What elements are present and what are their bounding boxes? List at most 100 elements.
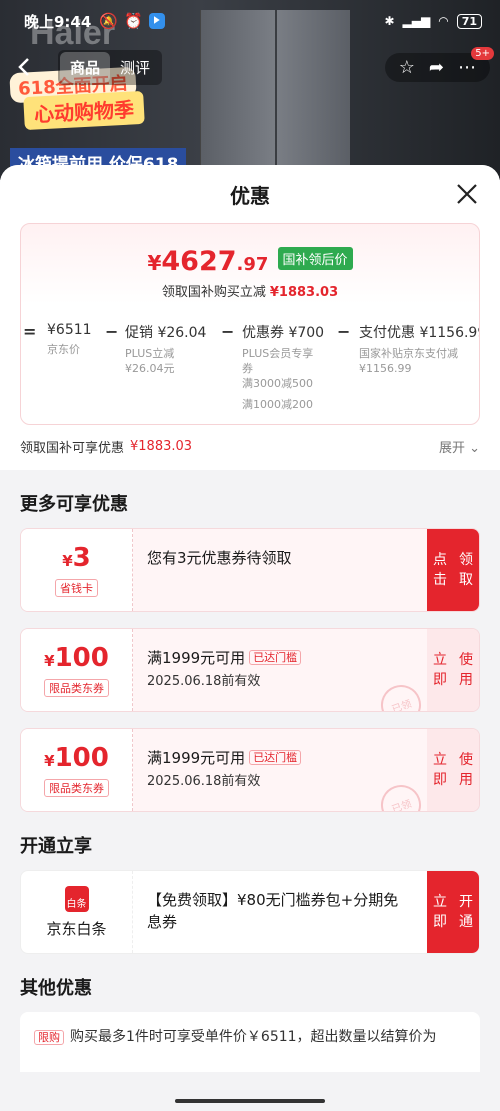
breakdown-line: 券: [242, 362, 253, 375]
star-icon[interactable]: ☆: [399, 57, 415, 78]
price-currency: ¥: [147, 251, 162, 275]
discount-sheet: 优惠 ¥4627.97 国补领后价 领取国补购买立减 ¥1883.03 = ¥65…: [0, 165, 500, 1111]
use-coupon-label-line: 立即: [433, 752, 447, 788]
wifi-icon: ◠: [438, 14, 449, 28]
share-icon[interactable]: ➦: [429, 57, 444, 78]
coupon-amount-number: 100: [54, 742, 109, 773]
coupon-amount-number: 3: [72, 542, 91, 573]
chevron-down-icon: ⌄: [469, 441, 480, 456]
op-equals: =: [23, 322, 37, 341]
breakdown-label: PLUS会员专享券满3000减500 满1000减200: [242, 346, 324, 412]
open-benefits-title: 开通立享: [20, 836, 92, 857]
op-minus: −: [337, 322, 351, 341]
coupon-text: 满1999元可用: [147, 749, 246, 767]
coupon-value: ¥100 限品类东券: [21, 729, 133, 811]
baitiao-logo-icon: 白条: [64, 885, 89, 912]
signal-icon: ▂▄▆: [402, 14, 431, 28]
battery-indicator: 71: [456, 13, 482, 29]
status-bar: 晚上9:44 🔕 ⏰ ✱ ▂▄▆ ◠ 71: [0, 0, 500, 42]
final-price: ¥4627.97 国补领后价: [21, 224, 479, 277]
coupon-card: ¥3 省钱卡 您有3元优惠券待领取 点击 领取: [20, 528, 480, 612]
purchase-limit-row: 限购 购买最多1件时可享受单件价￥6511，超出数量以结算价为: [20, 1012, 480, 1072]
price-integer: 4627: [161, 246, 237, 277]
coupon-kind: 省钱卡: [55, 578, 98, 597]
breakdown-line: ¥26.04元: [125, 362, 175, 375]
subsidy-summary-label: 领取国补可享优惠: [20, 441, 125, 456]
coupon-desc: 您有3元优惠券待领取: [133, 529, 427, 611]
breakdown-promotion: 促销 ¥26.04 PLUS立减 ¥26.04元: [125, 322, 206, 376]
expand-button[interactable]: 展开 ⌄: [439, 437, 480, 456]
bluetooth-icon: ✱: [384, 14, 395, 28]
claim-coupon-label-line: 点击: [433, 552, 447, 588]
op-minus: −: [221, 322, 235, 341]
coupon-value: ¥100 限品类东券: [21, 629, 133, 711]
activate-label-line: 立即: [433, 894, 447, 930]
use-coupon-button[interactable]: 立即 使用: [427, 729, 479, 811]
breakdown-value: 优惠券 ¥700: [242, 325, 325, 341]
use-coupon-label-line: 使用: [459, 652, 473, 688]
coupon-amount: ¥100: [44, 644, 109, 675]
use-coupon-label-line: 使用: [459, 752, 473, 788]
close-icon[interactable]: [452, 179, 482, 209]
sheet-price-section: 优惠 ¥4627.97 国补领后价 领取国补购买立减 ¥1883.03 = ¥65…: [0, 165, 500, 470]
tab-product[interactable]: 商品: [60, 51, 111, 83]
expand-label: 展开: [438, 441, 465, 456]
tab-review[interactable]: 测评: [110, 52, 160, 83]
subsidy-summary-value: ¥1883.03: [130, 439, 193, 454]
back-arrow-icon[interactable]: [10, 53, 38, 81]
subsidy-price-tag: 国补领后价: [277, 247, 353, 270]
coupon-currency: ¥: [44, 751, 55, 770]
baitiao-name: 京东白条: [46, 919, 107, 938]
other-discounts-title: 其他优惠: [20, 978, 92, 999]
coupon-kind: 限品类东券: [44, 778, 109, 797]
alarm-clock-icon: ⏰: [124, 12, 143, 30]
coupon-expiry: 2025.06.18前有效: [147, 674, 261, 689]
price-decimal: .97: [236, 254, 269, 275]
coupon-text: 您有3元优惠券待领取: [147, 549, 292, 567]
use-coupon-label-line: 立即: [433, 652, 447, 688]
sheet-header: 优惠: [0, 165, 500, 223]
breakdown-coupon: 优惠券 ¥700 PLUS会员专享券满3000减500 满1000减200: [242, 322, 324, 412]
subsidy-summary-row: 领取国补可享优惠 ¥1883.03 展开 ⌄: [0, 425, 500, 456]
threshold-badge: 已达门槛: [249, 650, 302, 665]
message-badge: 5+: [471, 46, 494, 60]
price-reduction-line: 领取国补购买立减 ¥1883.03: [21, 281, 479, 300]
reduction-label: 领取国补购买立减: [161, 285, 266, 300]
breakdown-line: 满3000减500: [242, 377, 313, 390]
final-price-box: ¥4627.97 国补领后价 领取国补购买立减 ¥1883.03 = ¥6511 …: [20, 223, 480, 425]
claim-coupon-button[interactable]: 点击 领取: [427, 529, 479, 611]
reduction-value: ¥1883.03: [269, 285, 339, 300]
breakdown-payment: 支付优惠 ¥1156.99 国家补贴京东支付减 ¥1156.99: [359, 322, 480, 376]
home-indicator[interactable]: [175, 1099, 325, 1103]
baitiao-brand: 白条 京东白条: [21, 871, 133, 953]
breakdown-line: PLUS会员专享: [242, 347, 314, 360]
more-discounts-title: 更多可享优惠: [20, 494, 128, 515]
breakdown-label: 京东价: [47, 343, 80, 356]
coupon-currency: ¥: [44, 651, 55, 670]
tab-group: 商品 测评: [58, 49, 163, 85]
nav-actions: ☆ ➦ ⋯ 5+: [384, 46, 494, 82]
use-coupon-button[interactable]: 立即 使用: [427, 629, 479, 711]
coupon-amount: ¥100: [44, 744, 109, 775]
breakdown-line: 国家补贴京东支付减: [359, 347, 458, 360]
breakdown-label: PLUS立减 ¥26.04元: [125, 346, 206, 376]
breakdown-label: 国家补贴京东支付减 ¥1156.99: [359, 346, 479, 376]
threshold-badge: 已达门槛: [249, 750, 302, 765]
promo-banner-line2: 心动购物季: [23, 90, 145, 131]
alarm-off-icon: 🔕: [99, 12, 118, 30]
breakdown-value: 促销 ¥26.04: [125, 325, 207, 341]
activate-baitiao-button[interactable]: 立即 开通: [427, 871, 479, 953]
op-minus: −: [105, 322, 119, 341]
breakdown-line: ¥1156.99: [359, 362, 412, 375]
limit-tag: 限购: [34, 1030, 64, 1045]
activate-label-line: 开通: [459, 894, 473, 930]
limit-text: 购买最多1件时可享受单件价￥6511，超出数量以结算价为: [70, 1029, 437, 1045]
breakdown-value: 支付优惠 ¥1156.99: [359, 325, 480, 341]
more-icon[interactable]: ⋯ 5+: [458, 46, 494, 78]
breakdown-line: 满1000减200: [242, 398, 313, 411]
coupon-amount: ¥3: [62, 544, 91, 575]
product-nav-bar: 商品 测评 ☆ ➦ ⋯ 5+: [0, 46, 500, 86]
coupon-card: ¥100 限品类东券 满1999元可用 已达门槛 2025.06.18前有效 立即…: [20, 628, 480, 712]
coupon-currency: ¥: [62, 551, 73, 570]
status-time: 晚上9:44: [24, 12, 92, 31]
